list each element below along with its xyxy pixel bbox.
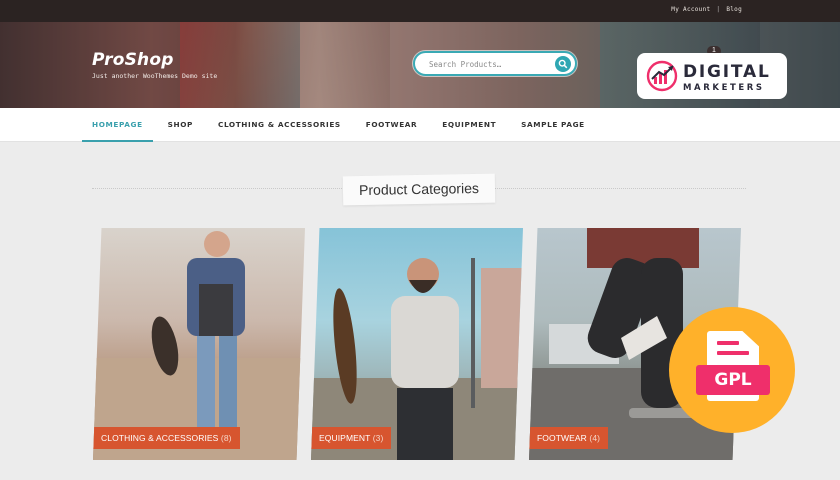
category-name: CLOTHING & ACCESSORIES bbox=[101, 433, 219, 443]
nav-item-homepage[interactable]: HOMEPAGE bbox=[82, 108, 153, 142]
site-tagline: Just another WooThemes Demo site bbox=[92, 72, 218, 80]
category-label[interactable]: EQUIPMENT (3) bbox=[311, 427, 392, 449]
category-card-equipment[interactable]: EQUIPMENT (3) bbox=[311, 228, 523, 460]
category-label[interactable]: FOOTWEAR (4) bbox=[529, 427, 609, 449]
nav-item-sample-page[interactable]: SAMPLE PAGE bbox=[511, 108, 595, 142]
nav-item-footwear[interactable]: FOOTWEAR bbox=[356, 108, 427, 142]
category-name: FOOTWEAR bbox=[537, 433, 587, 443]
account-links: My Account | Blog bbox=[671, 6, 742, 13]
site-branding[interactable]: ProShop Just another WooThemes Demo site bbox=[92, 50, 217, 80]
category-photo-woman-skateboard bbox=[93, 231, 305, 460]
category-count: (8) bbox=[220, 433, 232, 443]
category-card-clothing[interactable]: CLOTHING & ACCESSORIES (8) bbox=[93, 228, 305, 460]
category-label[interactable]: CLOTHING & ACCESSORIES (8) bbox=[93, 427, 240, 449]
main-navigation: HOMEPAGE SHOP CLOTHING & ACCESSORIES FOO… bbox=[0, 108, 840, 142]
nav-item-equipment[interactable]: EQUIPMENT bbox=[432, 108, 506, 142]
document-line bbox=[717, 341, 739, 345]
blog-link[interactable]: Blog bbox=[726, 6, 742, 13]
my-account-link[interactable]: My Account bbox=[671, 6, 710, 13]
site-title[interactable]: ProShop bbox=[92, 50, 217, 70]
link-separator: | bbox=[716, 6, 721, 13]
section-title: Product Categories bbox=[342, 173, 496, 206]
search-icon bbox=[558, 59, 568, 69]
category-count: (3) bbox=[372, 433, 384, 443]
nav-item-clothing-accessories[interactable]: CLOTHING & ACCESSORIES bbox=[208, 108, 351, 142]
logo-text-line2: MARKETERS bbox=[683, 83, 765, 93]
gpl-label: GPL bbox=[696, 365, 770, 395]
growth-chart-icon bbox=[646, 60, 678, 92]
search-box bbox=[413, 51, 577, 76]
nav-item-shop[interactable]: SHOP bbox=[158, 108, 203, 142]
category-count: (4) bbox=[589, 433, 601, 443]
search-input[interactable] bbox=[429, 57, 547, 71]
digital-marketers-logo: DIGITAL MARKETERS bbox=[637, 53, 787, 99]
search-button[interactable] bbox=[555, 56, 571, 72]
top-bar: My Account | Blog bbox=[0, 0, 840, 22]
category-photo-man-longboard bbox=[311, 258, 523, 460]
gpl-badge: GPL bbox=[669, 307, 795, 433]
document-line bbox=[717, 351, 749, 355]
category-name: EQUIPMENT bbox=[319, 433, 371, 443]
logo-text-line1: DIGITAL bbox=[683, 62, 771, 82]
